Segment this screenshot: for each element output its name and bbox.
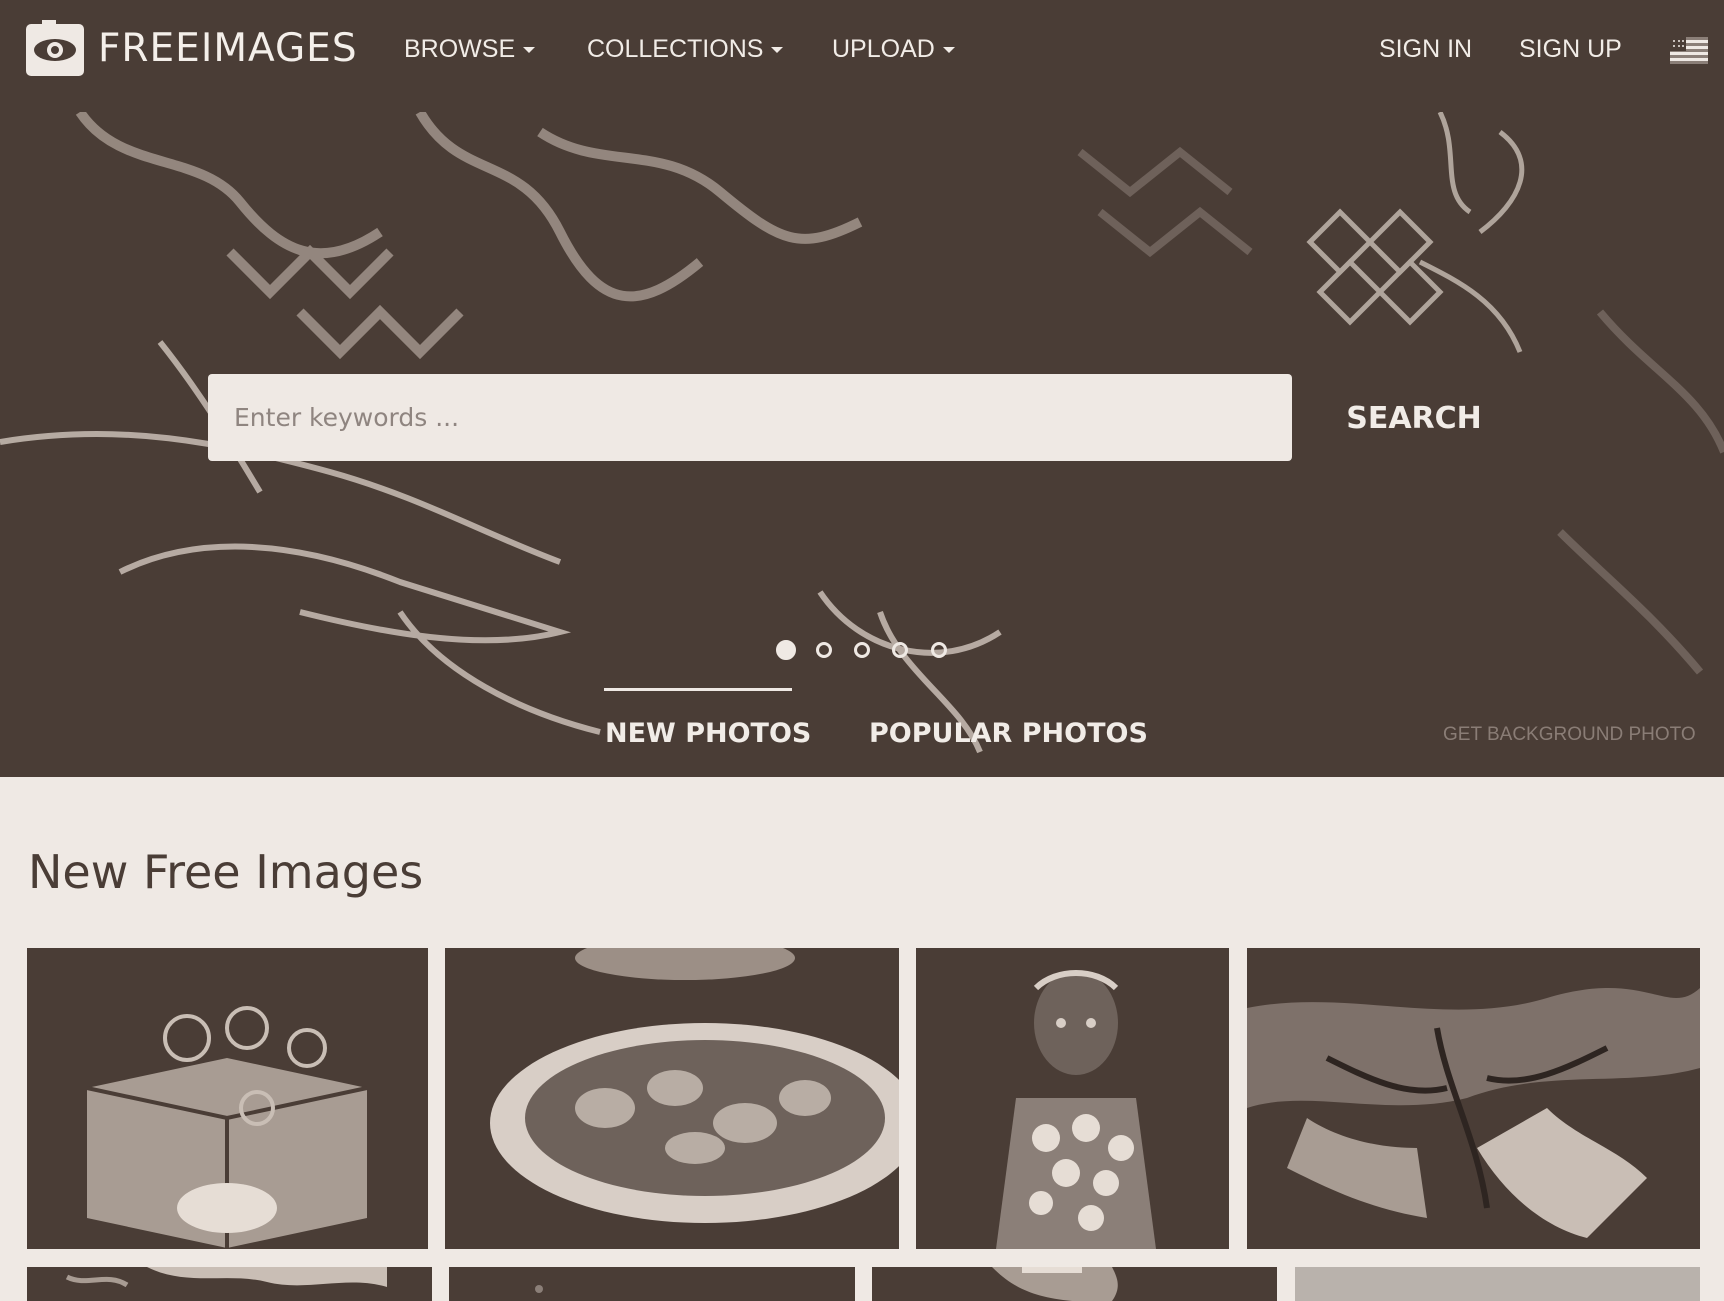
thumbnail-gift-box[interactable] <box>27 948 428 1249</box>
tab-popular-photos[interactable]: POPULAR PHOTOS <box>869 718 1148 749</box>
nav-collections-label: COLLECTIONS <box>587 35 764 63</box>
thumbnail-dark-photo[interactable] <box>449 1267 855 1301</box>
get-background-photo-link[interactable]: GET BACKGROUND PHOTO <box>1443 724 1696 746</box>
brand-name[interactable]: FREEIMAGES <box>98 26 358 71</box>
thumbnail-gray-photo[interactable] <box>1295 1267 1700 1301</box>
search-button[interactable]: SEARCH <box>1320 394 1508 444</box>
top-navbar: FREEIMAGES BROWSE COLLECTIONS UPLOAD SIG… <box>0 0 1724 112</box>
caret-down-icon <box>771 47 784 54</box>
caret-down-icon <box>523 47 536 54</box>
thumbnail-girl-with-flowers[interactable] <box>916 948 1229 1249</box>
caret-down-icon <box>942 47 955 54</box>
nav-browse[interactable]: BROWSE <box>404 35 536 64</box>
sign-in-link[interactable]: SIGN IN <box>1379 35 1472 64</box>
carousel-dot-1[interactable] <box>776 640 796 660</box>
nav-collections[interactable]: COLLECTIONS <box>587 35 784 64</box>
search-input[interactable] <box>208 374 1292 461</box>
active-tab-indicator <box>604 688 792 691</box>
thumbnail-tree-branches[interactable] <box>1247 948 1700 1249</box>
thumbnail-foliage[interactable] <box>27 1267 432 1301</box>
sign-up-link[interactable]: SIGN UP <box>1519 35 1622 64</box>
nav-browse-label: BROWSE <box>404 35 516 63</box>
hero-banner: SEARCH NEW PHOTOS POPULAR PHOTOS GET BAC… <box>0 112 1724 777</box>
thumbnail-person-closeup[interactable] <box>872 1267 1277 1301</box>
freeimages-logo-icon[interactable] <box>26 20 84 76</box>
carousel-dot-3[interactable] <box>854 642 870 658</box>
carousel-dot-4[interactable] <box>892 642 908 658</box>
carousel-dot-2[interactable] <box>816 642 832 658</box>
carousel-dot-5[interactable] <box>931 642 947 658</box>
thumbnail-food-plate[interactable] <box>445 948 899 1249</box>
section-title: New Free Images <box>28 845 424 899</box>
nav-upload[interactable]: UPLOAD <box>832 35 955 64</box>
tab-new-photos[interactable]: NEW PHOTOS <box>605 718 811 749</box>
nav-upload-label: UPLOAD <box>832 35 935 63</box>
us-flag-icon[interactable] <box>1670 37 1708 64</box>
